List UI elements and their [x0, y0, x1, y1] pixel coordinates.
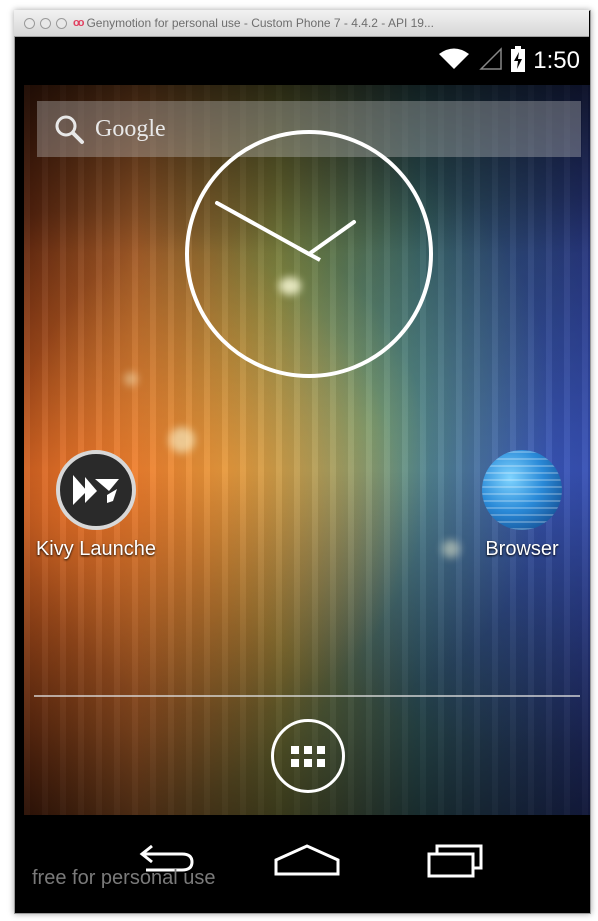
window-title: Genymotion for personal use - Custom Pho…	[86, 16, 434, 30]
dock-divider	[34, 695, 580, 697]
analog-clock-widget[interactable]	[184, 129, 434, 379]
clock-minute-hand	[215, 201, 311, 256]
app-drawer-icon	[291, 745, 325, 767]
search-label: Google	[95, 115, 166, 142]
status-time: 1:50	[533, 47, 580, 74]
app-kivy-launcher[interactable]: Kivy Launche	[26, 450, 166, 561]
genymotion-logo: oo	[73, 17, 85, 29]
battery-charging-icon	[511, 45, 526, 77]
status-bar: 1:50	[24, 37, 590, 85]
recents-button[interactable]	[415, 835, 495, 885]
app-label: Browser	[485, 538, 559, 560]
app-browser[interactable]: Browser	[452, 450, 590, 561]
home-button[interactable]	[267, 835, 347, 885]
wifi-icon	[437, 47, 471, 76]
personal-use-watermark: free for personal use	[32, 867, 216, 889]
clock-hour-hand	[307, 220, 356, 256]
kivy-icon	[56, 450, 136, 530]
search-icon	[53, 113, 85, 145]
recents-icon	[427, 844, 483, 878]
bokeh-light	[124, 372, 138, 386]
globe-icon	[482, 450, 562, 530]
close-window-button[interactable]	[24, 17, 35, 29]
zoom-window-button[interactable]	[56, 17, 67, 29]
minimize-window-button[interactable]	[40, 17, 51, 29]
signal-icon	[479, 46, 503, 76]
home-icon	[274, 844, 340, 876]
window-titlebar: oo Genymotion for personal use - Custom …	[14, 10, 589, 37]
app-drawer-button[interactable]	[271, 719, 345, 793]
android-screen: 1:50 Google Kivy Launche Browser free fo…	[24, 37, 590, 903]
window-controls	[24, 17, 67, 29]
bokeh-light	[169, 427, 195, 453]
app-label: Kivy Launche	[35, 538, 157, 560]
